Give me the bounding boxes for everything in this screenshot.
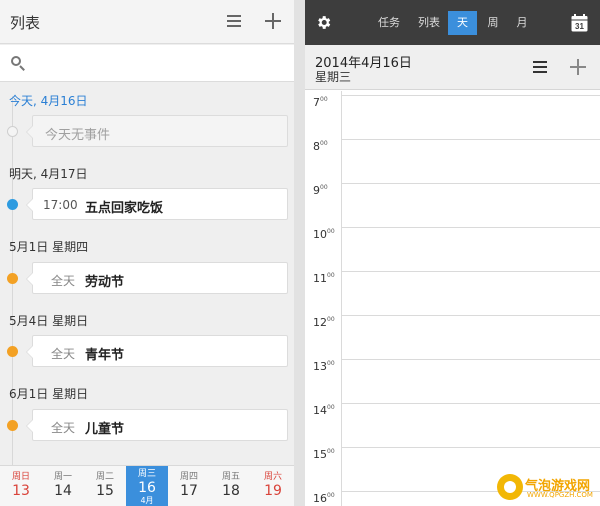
hour-line: [341, 403, 600, 404]
event-dot-orange: [7, 346, 18, 357]
search-icon: [11, 56, 25, 71]
hour-label: 800: [313, 140, 328, 153]
day-header: 明天, 4月17日: [9, 167, 88, 181]
hour-label: 700: [313, 96, 328, 109]
tab-month[interactable]: 月: [509, 11, 535, 35]
hour-line: [341, 359, 600, 360]
calendar-icon-day: 31: [575, 22, 584, 31]
weekday-label: 星期三: [315, 70, 352, 84]
hour-label: 1100: [313, 272, 335, 285]
event-title: 五点回家吃饭: [85, 201, 164, 216]
calendar-today-icon[interactable]: 31: [571, 14, 588, 32]
day-view-pane: 任务 列表 天 周 月 31 2014年4月16日 星期三 700 800 90…: [305, 0, 600, 506]
add-event-button[interactable]: [264, 12, 282, 30]
hour-label: 1400: [313, 404, 335, 417]
hour-line: [341, 183, 600, 184]
watermark-url: WWW.QPGZH.COM: [527, 491, 593, 499]
week-day-wed-selected[interactable]: 周三 16 4月: [126, 466, 168, 506]
watermark-logo-icon: [497, 474, 523, 500]
event-time: 17:00: [43, 198, 78, 212]
event-card[interactable]: 全天 劳动节: [26, 262, 288, 294]
week-day-mon[interactable]: 周一 14: [42, 466, 84, 506]
week-day-number: 17: [180, 483, 198, 499]
gear-icon[interactable]: [315, 14, 332, 31]
pane-divider: [294, 0, 305, 506]
week-day-name: 周一: [53, 472, 72, 482]
week-day-number: 16: [138, 480, 156, 496]
week-strip: 周日 13 周一 14 周二 15 周三 16 4月 周四 17 周五 18 周…: [0, 465, 294, 506]
hour-line: [341, 139, 600, 140]
list-header: 列表: [0, 0, 294, 44]
day-header-today: 今天, 4月16日: [9, 94, 88, 108]
day-header: 5月1日 星期四: [9, 240, 89, 254]
search-input[interactable]: [0, 45, 294, 82]
week-day-number: 15: [96, 483, 114, 499]
event-title: 儿童节: [85, 422, 125, 437]
tab-week[interactable]: 周: [480, 11, 506, 35]
hour-label: 1300: [313, 360, 335, 373]
empty-event-card: 今天无事件: [26, 115, 288, 147]
day-header: 6月1日 星期日: [9, 387, 89, 401]
week-day-number: 19: [264, 483, 282, 499]
event-dot-orange: [7, 273, 18, 284]
event-card[interactable]: 17:00 五点回家吃饭: [26, 188, 288, 220]
hour-line: [341, 95, 600, 96]
week-day-number: 18: [222, 483, 240, 499]
hour-label: 1600: [313, 492, 335, 505]
week-day-month: 4月: [140, 496, 154, 505]
timeline-dot: [7, 126, 18, 137]
page-title: 列表: [10, 14, 41, 32]
event-time: 全天: [51, 274, 76, 288]
event-time: 全天: [51, 421, 76, 435]
hour-column-divider: [341, 91, 342, 506]
week-day-number: 13: [12, 483, 30, 499]
week-day-sat[interactable]: 周六 19: [252, 466, 294, 506]
event-title: 劳动节: [85, 275, 125, 290]
event-card[interactable]: 全天 儿童节: [26, 409, 288, 441]
hour-label: 1200: [313, 316, 335, 329]
week-day-number: 14: [54, 483, 72, 499]
week-day-name: 周日: [11, 472, 30, 482]
week-day-fri[interactable]: 周五 18: [210, 466, 252, 506]
week-day-tue[interactable]: 周二 15: [84, 466, 126, 506]
hour-label: 1000: [313, 228, 335, 241]
hour-line: [341, 227, 600, 228]
hour-label: 1500: [313, 448, 335, 461]
week-day-name: 周六: [263, 472, 282, 482]
hour-line: [341, 315, 600, 316]
date-header: 2014年4月16日 星期三: [305, 45, 600, 90]
tab-list[interactable]: 列表: [413, 11, 445, 35]
add-event-button[interactable]: [569, 58, 587, 76]
empty-event-text: 今天无事件: [45, 128, 111, 143]
week-day-sun[interactable]: 周日 13: [0, 466, 42, 506]
week-day-name: 周三: [137, 469, 156, 479]
menu-icon[interactable]: [227, 15, 241, 27]
event-title: 青年节: [85, 348, 125, 363]
day-header: 5月4日 星期日: [9, 314, 89, 328]
event-dot-orange: [7, 420, 18, 431]
hour-line: [341, 271, 600, 272]
list-pane: 列表 今天, 4月16日 今天无事件 明天, 4月17日 17:00 五点回家吃…: [0, 0, 294, 506]
tab-tasks[interactable]: 任务: [373, 11, 405, 35]
hour-line: [341, 447, 600, 448]
week-day-name: 周二: [95, 472, 114, 482]
week-day-name: 周四: [179, 472, 198, 482]
event-dot-blue: [7, 199, 18, 210]
tab-day[interactable]: 天: [448, 11, 477, 35]
hour-label: 900: [313, 184, 328, 197]
week-day-thu[interactable]: 周四 17: [168, 466, 210, 506]
top-nav-bar: 任务 列表 天 周 月 31: [305, 0, 600, 45]
menu-icon[interactable]: [533, 61, 547, 73]
event-card[interactable]: 全天 青年节: [26, 335, 288, 367]
event-time: 全天: [51, 347, 76, 361]
week-day-name: 周五: [221, 472, 240, 482]
site-watermark: 气泡游戏网 WWW.QPGZH.COM: [497, 472, 597, 502]
